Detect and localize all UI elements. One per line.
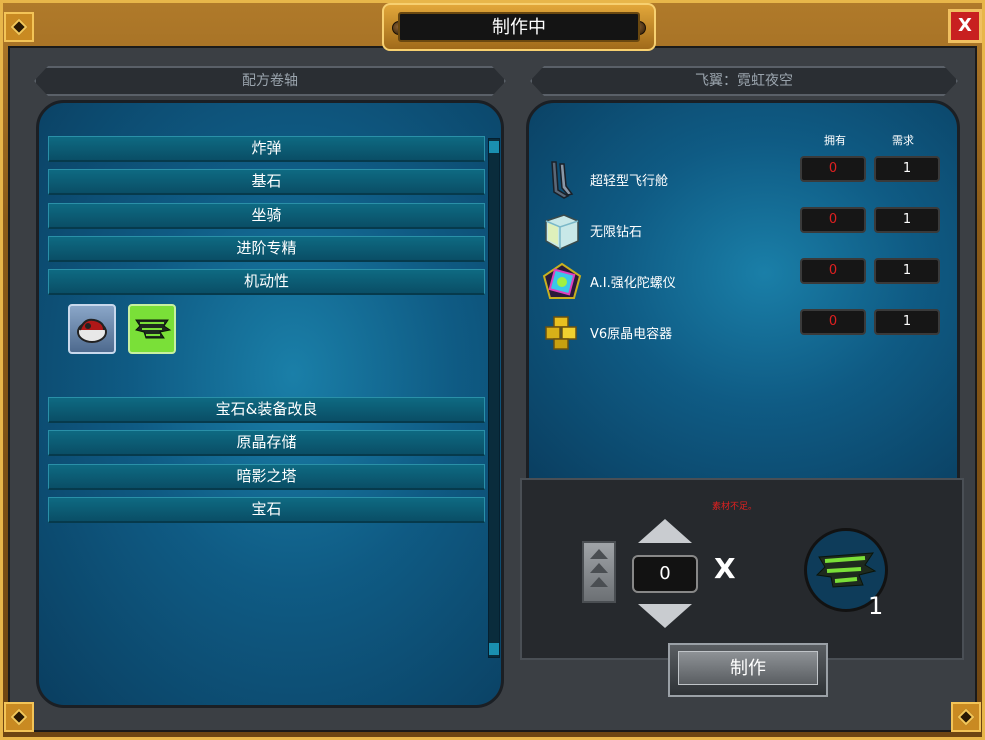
material-row: A.I.强化陀螺仪 0 1: [542, 258, 942, 304]
material-name: 无限钻石: [590, 225, 643, 240]
diamond-cube-icon: [545, 214, 579, 250]
category-mobility[interactable]: 机动性: [48, 269, 485, 295]
capacitor-icon: [545, 316, 577, 350]
corner-ornament: [4, 12, 34, 42]
insufficient-materials-warning: 素材不足。: [712, 502, 758, 512]
category-scrollbar[interactable]: [488, 138, 500, 658]
category-gems[interactable]: 宝石: [48, 497, 485, 523]
category-mounts[interactable]: 坐骑: [48, 203, 485, 229]
category-crystal-storage[interactable]: 原晶存储: [48, 430, 485, 456]
corner-ornament: [4, 702, 34, 732]
material-need-count: 1: [874, 258, 940, 284]
chevron-up-icon: [590, 577, 608, 587]
close-button[interactable]: X: [948, 9, 982, 43]
recipe-scroll-header: 配方卷轴: [34, 66, 506, 96]
material-name: A.I.强化陀螺仪: [590, 276, 676, 291]
category-advanced-specialty[interactable]: 进阶专精: [48, 236, 485, 262]
material-name: 超轻型飞行舱: [590, 174, 669, 189]
max-quantity-button[interactable]: [582, 541, 616, 603]
material-need-count: 1: [874, 309, 940, 335]
material-have-count: 0: [800, 156, 866, 182]
have-column-label: 拥有: [824, 134, 846, 147]
recipe-item-boots[interactable]: [68, 304, 116, 354]
chevron-up-icon: [590, 563, 608, 573]
craft-button[interactable]: 制作: [668, 643, 828, 697]
material-need-count: 1: [874, 207, 940, 233]
category-shadow-tower[interactable]: 暗影之塔: [48, 464, 485, 490]
material-have-count: 0: [800, 258, 866, 284]
recipe-name-header: 飞翼：霓虹夜空: [530, 66, 958, 96]
decrease-quantity-button[interactable]: [638, 604, 692, 628]
need-column-label: 需求: [892, 134, 914, 147]
material-row: V6原晶电容器 0 1: [542, 309, 942, 355]
material-have-count: 0: [800, 207, 866, 233]
category-bombs[interactable]: 炸弹: [48, 136, 485, 162]
corner-ornament: [951, 702, 981, 732]
scroll-up-cap[interactable]: [489, 141, 499, 153]
scroll-down-cap[interactable]: [489, 643, 499, 655]
result-count: 1: [868, 592, 884, 620]
category-cornerstone[interactable]: 基石: [48, 169, 485, 195]
recipe-item-wings[interactable]: [128, 304, 176, 354]
title-plate: 制作中: [382, 3, 656, 51]
material-need-count: 1: [874, 156, 940, 182]
increase-quantity-button[interactable]: [638, 519, 692, 543]
chevron-up-icon: [590, 549, 608, 559]
material-name: V6原晶电容器: [590, 327, 673, 342]
boots-icon: [77, 318, 107, 343]
material-row: 无限钻石 0 1: [542, 207, 942, 253]
wings-icon: [135, 319, 172, 339]
quantity-field[interactable]: 0: [632, 555, 698, 593]
material-have-count: 0: [800, 309, 866, 335]
multiply-sign: X: [714, 552, 736, 585]
gyroscope-icon: [542, 262, 582, 299]
flight-pod-icon: [551, 161, 574, 199]
craft-button-label: 制作: [678, 651, 818, 685]
category-gem-equipment-upgrade[interactable]: 宝石&装备改良: [48, 397, 485, 423]
material-row: 超轻型飞行舱 0 1: [542, 156, 942, 202]
window-title: 制作中: [398, 12, 640, 42]
